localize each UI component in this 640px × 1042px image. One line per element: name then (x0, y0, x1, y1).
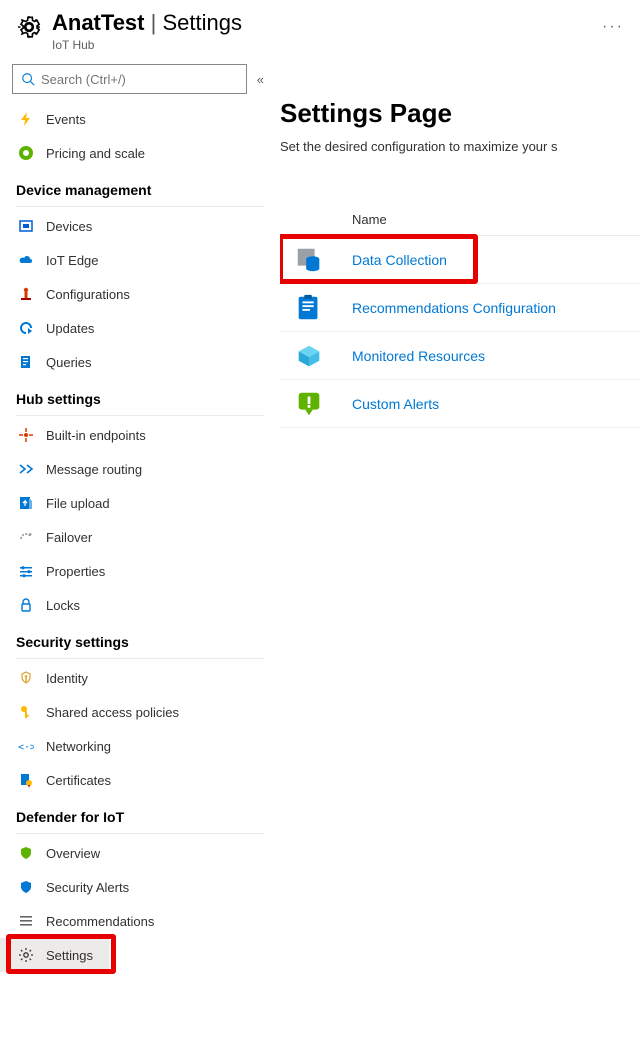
search-input[interactable] (41, 72, 238, 87)
sidebar-item-label: Security Alerts (46, 880, 129, 895)
failover-icon (18, 529, 34, 545)
sidebar-item-file-upload[interactable]: File upload (0, 486, 280, 520)
list-icon (18, 913, 34, 929)
settings-row-label: Monitored Resources (352, 348, 485, 364)
sidebar-item-label: Updates (46, 321, 94, 336)
sidebar-item-label: Message routing (46, 462, 142, 477)
sidebar-item-label: Configurations (46, 287, 130, 302)
gear-icon (16, 14, 42, 40)
sidebar-category: Security settings (0, 622, 280, 654)
lock-icon (18, 597, 34, 613)
sidebar-item-shared-access-policies[interactable]: Shared access policies (0, 695, 280, 729)
sidebar-item-overview[interactable]: Overview (0, 836, 280, 870)
sidebar-item-label: File upload (46, 496, 110, 511)
endpoints-icon (18, 427, 34, 443)
page-title: AnatTest | Settings (52, 10, 242, 36)
sidebar-category: Defender for IoT (0, 797, 280, 829)
sidebar-category: Hub settings (0, 379, 280, 411)
settings-row-label: Recommendations Configuration (352, 300, 556, 316)
settings-row-label: Custom Alerts (352, 396, 439, 412)
sidebar-item-security-alerts[interactable]: Security Alerts (0, 870, 280, 904)
sidebar-item-label: Failover (46, 530, 92, 545)
sidebar-item-label: IoT Edge (46, 253, 99, 268)
alert-icon (294, 389, 324, 419)
sidebar-item-devices[interactable]: Devices (0, 209, 280, 243)
sidebar-item-label: Overview (46, 846, 100, 861)
svg-text:<·>: <·> (18, 742, 34, 753)
config-icon (18, 286, 34, 302)
sidebar-item-properties[interactable]: Properties (0, 554, 280, 588)
sidebar-item-label: Built-in endpoints (46, 428, 146, 443)
column-header-name: Name (352, 212, 387, 227)
more-actions-button[interactable]: ··· (602, 10, 624, 36)
page-header: AnatTest | Settings IoT Hub ··· (0, 0, 640, 58)
page-subtitle: IoT Hub (52, 38, 242, 52)
updates-icon (18, 320, 34, 336)
queries-icon (18, 354, 34, 370)
upload-icon (18, 495, 34, 511)
cloud-icon (18, 252, 34, 268)
identity-icon (18, 670, 34, 686)
sidebar-item-iot-edge[interactable]: IoT Edge (0, 243, 280, 277)
settings-row-monitored-resources[interactable]: Monitored Resources (280, 332, 640, 380)
sidebar-item-pricing-and-scale[interactable]: Pricing and scale (0, 136, 280, 170)
routing-icon (18, 461, 34, 477)
sidebar-item-label: Locks (46, 598, 80, 613)
sidebar-item-label: Settings (46, 948, 93, 963)
search-icon (21, 72, 35, 86)
sidebar-item-label: Pricing and scale (46, 146, 145, 161)
shield-blue-icon (18, 879, 34, 895)
properties-icon (18, 563, 34, 579)
sidebar-item-settings[interactable]: Settings (0, 938, 109, 972)
content-title: Settings Page (280, 98, 640, 139)
sidebar-item-locks[interactable]: Locks (0, 588, 280, 622)
sidebar-category: Device management (0, 170, 280, 202)
pricing-icon (18, 145, 34, 161)
sidebar-item-label: Queries (46, 355, 92, 370)
sidebar-item-networking[interactable]: <·> Networking (0, 729, 280, 763)
content-description: Set the desired configuration to maximiz… (280, 139, 640, 154)
recs-icon (294, 293, 324, 323)
sidebar-item-events[interactable]: Events (0, 102, 280, 136)
sidebar-item-label: Devices (46, 219, 92, 234)
sidebar-item-certificates[interactable]: Certificates (0, 763, 280, 797)
sidebar-item-failover[interactable]: Failover (0, 520, 280, 554)
devices-icon (18, 218, 34, 234)
sidebar-item-identity[interactable]: Identity (0, 661, 280, 695)
settings-row-label: Data Collection (352, 252, 447, 268)
gear-icon (18, 947, 34, 963)
data-icon (294, 245, 324, 275)
sidebar-item-label: Events (46, 112, 86, 127)
table-header: Name (280, 204, 640, 236)
cert-icon (18, 772, 34, 788)
settings-row-recommendations-configuration[interactable]: Recommendations Configuration (280, 284, 640, 332)
sidebar-item-message-routing[interactable]: Message routing (0, 452, 280, 486)
cube-icon (294, 341, 324, 371)
sidebar-item-updates[interactable]: Updates (0, 311, 280, 345)
settings-row-custom-alerts[interactable]: Custom Alerts (280, 380, 640, 428)
sidebar-item-label: Shared access policies (46, 705, 179, 720)
sidebar-item-label: Properties (46, 564, 105, 579)
main-content: Settings Page Set the desired configurat… (280, 58, 640, 1042)
sidebar: « Events Pricing and scale Device manageme… (0, 58, 280, 1042)
settings-row-data-collection[interactable]: Data Collection (280, 236, 640, 284)
sidebar-item-label: Networking (46, 739, 111, 754)
shield-green-icon (18, 845, 34, 861)
bolt-icon (18, 111, 34, 127)
sidebar-item-built-in-endpoints[interactable]: Built-in endpoints (0, 418, 280, 452)
sidebar-item-queries[interactable]: Queries (0, 345, 280, 379)
search-input-wrap[interactable] (12, 64, 247, 94)
networking-icon: <·> (18, 738, 34, 754)
sidebar-item-label: Certificates (46, 773, 111, 788)
sidebar-item-label: Identity (46, 671, 88, 686)
collapse-sidebar-button[interactable]: « (253, 68, 268, 91)
sidebar-item-recommendations[interactable]: Recommendations (0, 904, 280, 938)
key-icon (18, 704, 34, 720)
sidebar-item-label: Recommendations (46, 914, 154, 929)
sidebar-item-configurations[interactable]: Configurations (0, 277, 280, 311)
